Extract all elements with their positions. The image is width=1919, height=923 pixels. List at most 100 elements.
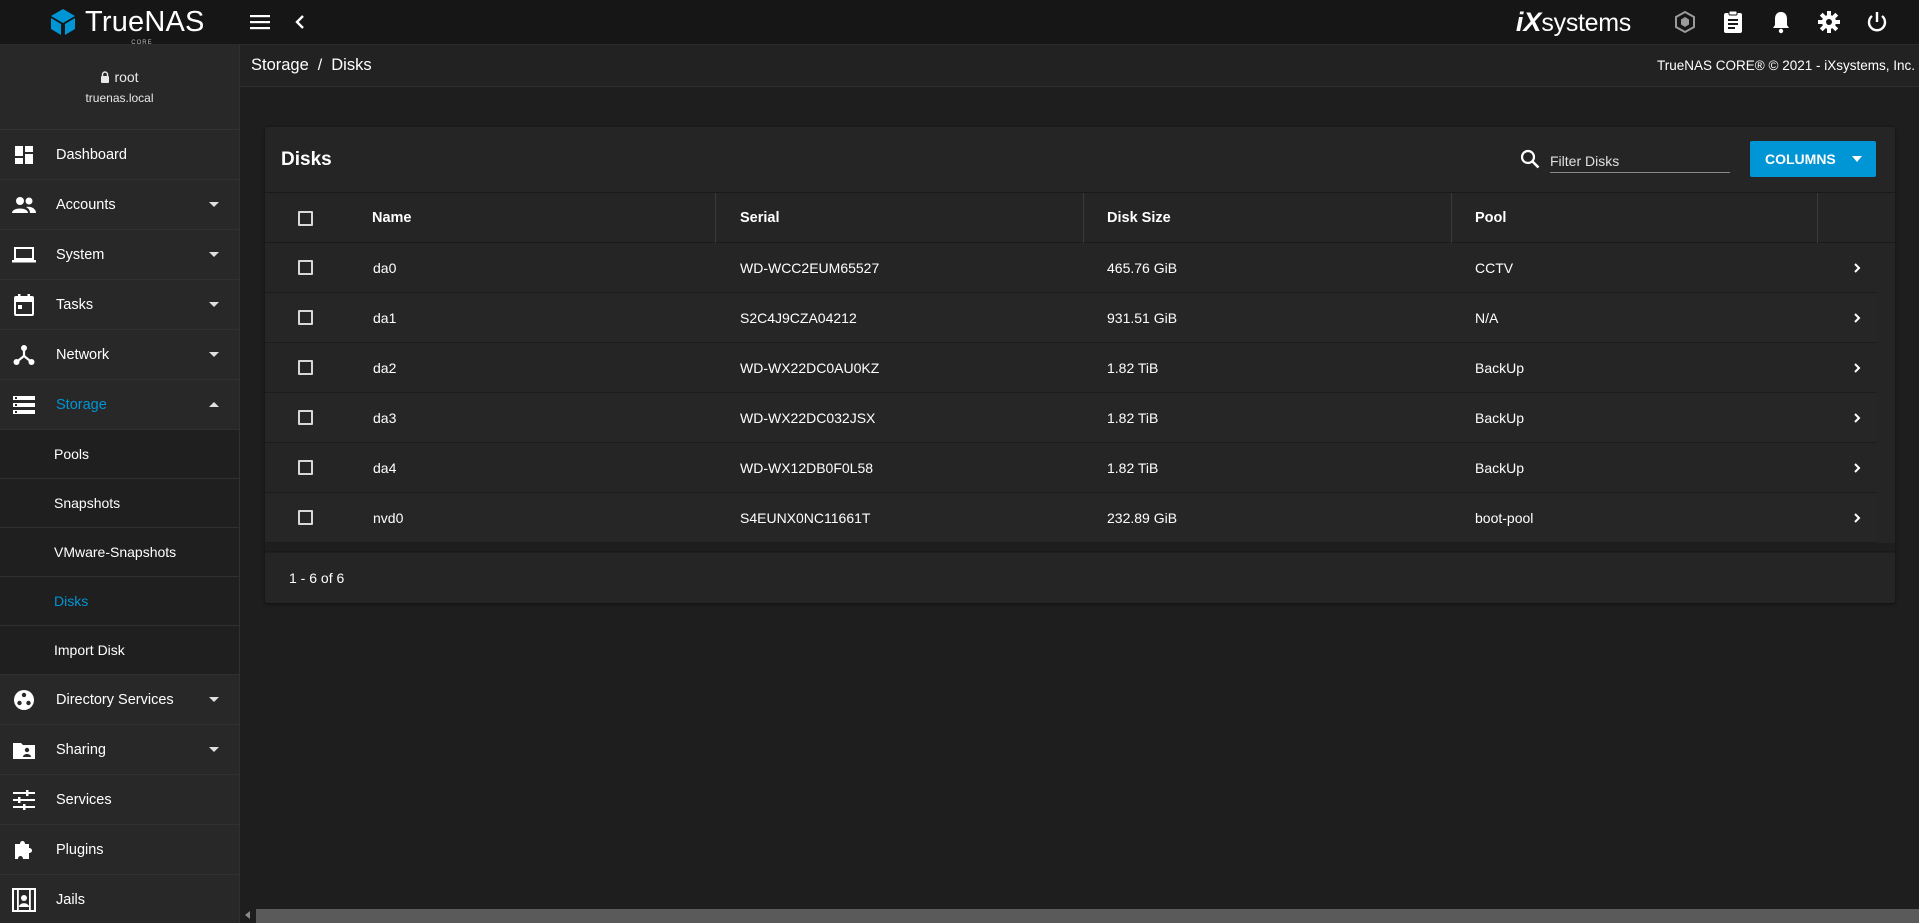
- ix-logo-mark: iX: [1515, 6, 1542, 37]
- filter-box: [1520, 145, 1730, 173]
- cell-name: da0: [373, 260, 397, 276]
- cell-pool: BackUp: [1475, 460, 1525, 476]
- chevron-right-icon: [1854, 313, 1861, 323]
- caret-down-icon: [1852, 156, 1862, 162]
- expand-row-button[interactable]: [1837, 493, 1877, 543]
- sidebar-item-label: Network: [56, 346, 110, 363]
- ix-logo-text: systems: [1541, 8, 1631, 37]
- row-checkbox[interactable]: [298, 460, 313, 475]
- sidebar-subitem-disks[interactable]: Disks: [0, 577, 239, 626]
- breadcrumb-storage[interactable]: Storage: [251, 56, 309, 75]
- sidebar-item-label: Plugins: [56, 841, 104, 858]
- people-icon: [12, 193, 36, 217]
- collapse-sidebar-button[interactable]: [280, 2, 320, 42]
- caret-down-icon: [209, 697, 219, 702]
- table-pagination: 1 - 6 of 6: [265, 551, 1895, 603]
- row-checkbox[interactable]: [298, 310, 313, 325]
- caret-down-icon: [209, 302, 219, 307]
- chevron-right-icon: [1854, 463, 1861, 473]
- sidebar-item-plugins[interactable]: Plugins: [0, 825, 239, 875]
- table-row[interactable]: da2 WD-WX22DC0AU0KZ 1.82 TiB BackUp: [265, 343, 1877, 393]
- scrollbar-thumb[interactable]: [256, 909, 1919, 923]
- table-row[interactable]: da0 WD-WCC2EUM65527 465.76 GiB CCTV: [265, 243, 1877, 293]
- table-row[interactable]: da4 WD-WX12DB0F0L58 1.82 TiB BackUp: [265, 443, 1877, 493]
- menu-toggle-button[interactable]: [240, 2, 280, 42]
- sidebar-subitem-import-disk[interactable]: Import Disk: [0, 626, 239, 675]
- columns-button[interactable]: COLUMNS: [1750, 141, 1876, 177]
- sidebar-item-label: Directory Services: [56, 691, 174, 708]
- sidebar-item-label: Jails: [56, 891, 86, 908]
- sidebar-item-services[interactable]: Services: [0, 775, 239, 825]
- row-checkbox[interactable]: [298, 360, 313, 375]
- sidebar-item-sharing[interactable]: Sharing: [0, 725, 239, 775]
- cell-serial: S4EUNX0NC11661T: [740, 510, 871, 526]
- select-all-checkbox[interactable]: [298, 211, 313, 226]
- sidebar-subitem-snapshots[interactable]: Snapshots: [0, 479, 239, 528]
- settings-button[interactable]: [1805, 0, 1853, 45]
- sidebar-item-jails[interactable]: Jails: [0, 875, 239, 923]
- logo-wordmark: TrueNAS CORE: [85, 5, 205, 46]
- table-row[interactable]: da3 WD-WX22DC032JSX 1.82 TiB BackUp: [265, 393, 1877, 443]
- expand-row-button[interactable]: [1837, 343, 1877, 393]
- cell-name: da4: [373, 460, 397, 476]
- cell-pool: CCTV: [1475, 260, 1514, 276]
- row-checkbox[interactable]: [298, 260, 313, 275]
- cell-disk-size: 1.82 TiB: [1107, 360, 1159, 376]
- lock-icon: [101, 71, 110, 83]
- sidebar-item-label: Dashboard: [56, 146, 127, 163]
- sidebar-item-system[interactable]: System: [0, 230, 239, 280]
- sidebar-item-accounts[interactable]: Accounts: [0, 180, 239, 230]
- expand-row-button[interactable]: [1837, 243, 1877, 293]
- sidebar-subitem-vmware-snapshots[interactable]: VMware-Snapshots: [0, 528, 239, 577]
- columns-button-label: COLUMNS: [1765, 151, 1836, 167]
- cell-pool: BackUp: [1475, 360, 1525, 376]
- filter-disks-input[interactable]: [1550, 145, 1730, 173]
- column-header-pool[interactable]: Pool: [1475, 193, 1506, 243]
- jail-icon: [12, 887, 36, 912]
- sidebar-item-network[interactable]: Network: [0, 330, 239, 380]
- truenas-logo-icon: [51, 9, 75, 35]
- column-divider: [715, 193, 716, 243]
- sidebar-item-tasks[interactable]: Tasks: [0, 280, 239, 330]
- ixsystems-logo[interactable]: iX systems: [1516, 7, 1631, 38]
- truenas-logo[interactable]: TrueNAS CORE: [0, 0, 240, 46]
- row-checkbox[interactable]: [298, 510, 313, 525]
- gear-icon: [1818, 11, 1840, 33]
- bell-icon: [1773, 12, 1789, 34]
- table-body: da0 WD-WCC2EUM65527 465.76 GiB CCTV da1 …: [265, 243, 1895, 553]
- user-line: root: [100, 69, 139, 85]
- sidebar-item-directory-services[interactable]: Directory Services: [0, 675, 239, 725]
- storage-submenu: Pools Snapshots VMware-Snapshots Disks I…: [0, 430, 239, 675]
- column-header-disk-size[interactable]: Disk Size: [1107, 193, 1171, 243]
- sidebar-item-storage[interactable]: Storage: [0, 380, 239, 430]
- table-row[interactable]: nvd0 S4EUNX0NC11661T 232.89 GiB boot-poo…: [265, 493, 1877, 543]
- table-header: Name Serial Disk Size Pool: [265, 193, 1895, 243]
- expand-row-button[interactable]: [1837, 393, 1877, 443]
- expand-row-button[interactable]: [1837, 443, 1877, 493]
- expand-row-button[interactable]: [1837, 293, 1877, 343]
- truecommand-button[interactable]: [1661, 0, 1709, 45]
- sidebar-item-dashboard[interactable]: Dashboard: [0, 130, 239, 180]
- hostname: truenas.local: [85, 91, 154, 105]
- sidebar-item-label: Services: [56, 791, 112, 808]
- storage-icon: [12, 393, 36, 417]
- table-row[interactable]: da1 S2C4J9CZA04212 931.51 GiB N/A: [265, 293, 1877, 343]
- power-button[interactable]: [1853, 0, 1901, 45]
- clipboard-icon: [1724, 10, 1742, 33]
- alerts-button[interactable]: [1757, 0, 1805, 45]
- row-checkbox[interactable]: [298, 410, 313, 425]
- calendar-icon: [12, 293, 36, 317]
- task-manager-button[interactable]: [1709, 0, 1757, 45]
- caret-down-icon: [209, 352, 219, 357]
- sidebar-subitem-pools[interactable]: Pools: [0, 430, 239, 479]
- search-icon: [1520, 149, 1540, 169]
- cell-disk-size: 931.51 GiB: [1107, 310, 1178, 326]
- cell-pool: N/A: [1475, 310, 1499, 326]
- cell-name: da2: [373, 360, 397, 376]
- horizontal-scrollbar[interactable]: [240, 907, 1919, 923]
- scroll-left-arrow-icon[interactable]: [245, 911, 250, 919]
- column-header-serial[interactable]: Serial: [740, 193, 780, 243]
- logo-text: TrueNAS: [85, 5, 205, 38]
- column-header-name[interactable]: Name: [372, 193, 412, 243]
- card-header: Disks COLUMNS: [265, 127, 1895, 193]
